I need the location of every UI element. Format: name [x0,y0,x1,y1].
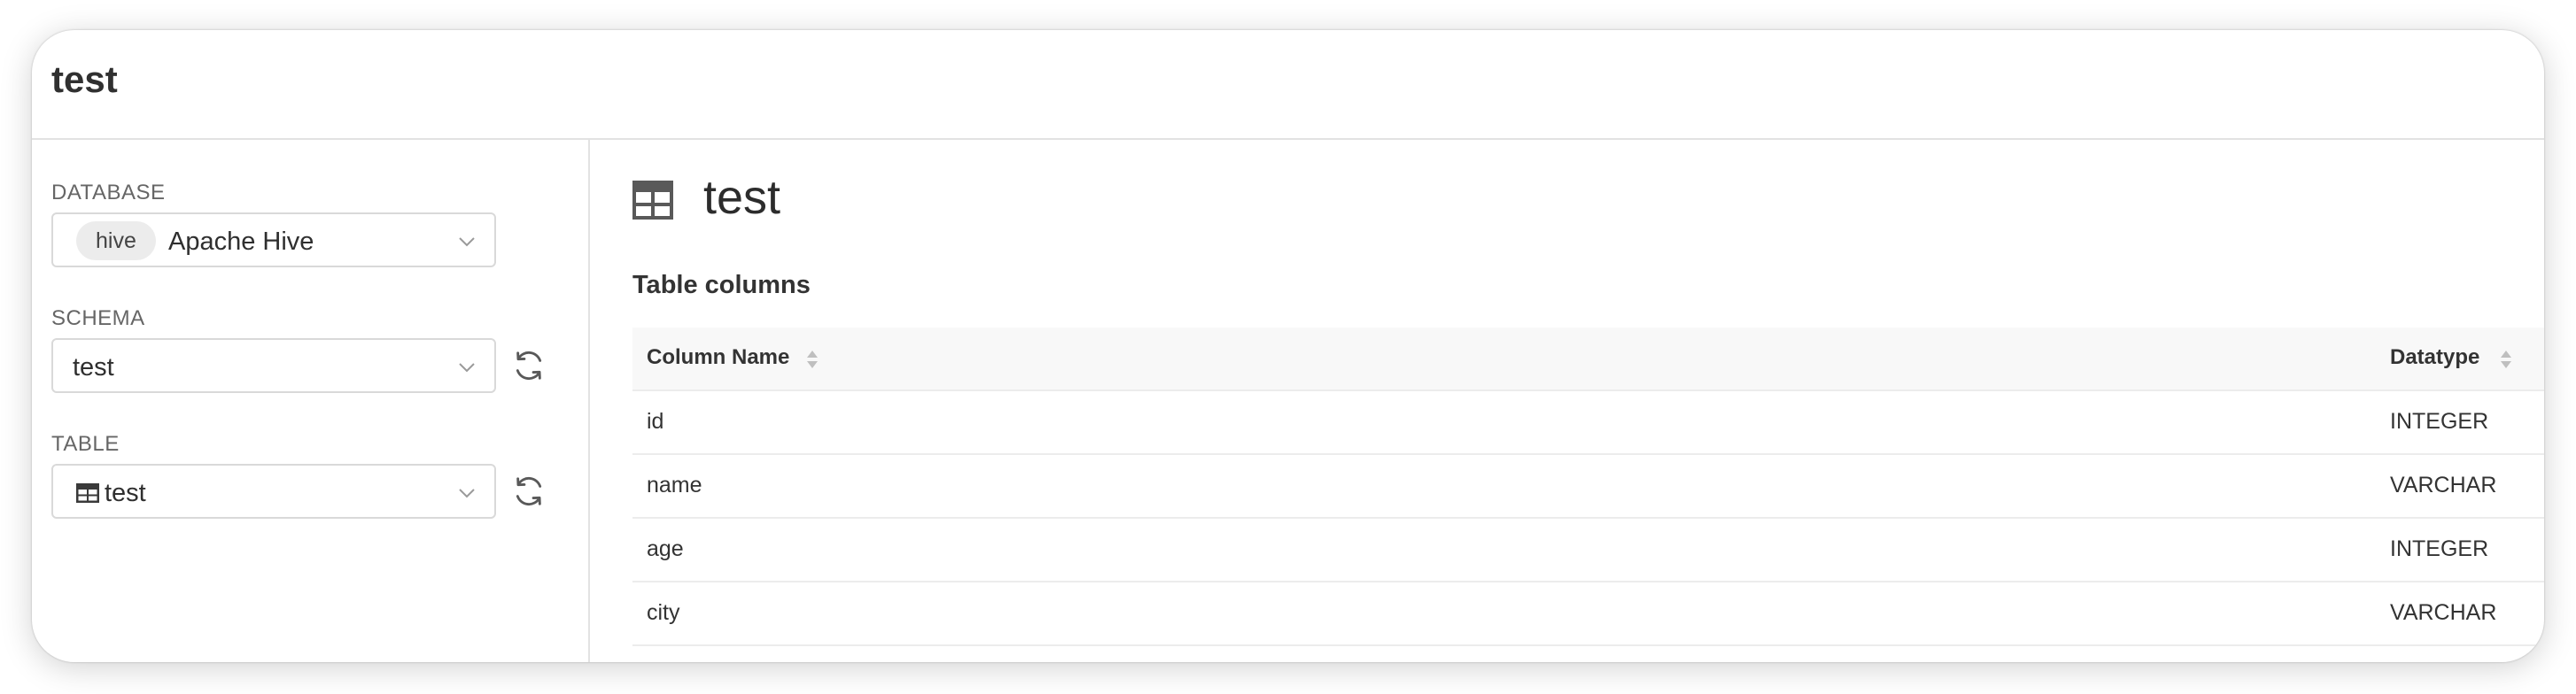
database-backend-badge: hive [76,221,156,260]
chevron-down-icon [459,237,475,247]
chevron-down-icon [459,489,475,498]
datatype-cell: INTEGER [2390,409,2489,434]
schema-refresh-icon[interactable] [512,349,546,382]
datatype-cell: VARCHAR [2390,600,2497,625]
datatype-header[interactable]: Datatype [2390,345,2479,370]
schema-select[interactable]: test [51,338,496,393]
database-label: DATABASE [51,181,166,204]
panel-header: test [32,30,2544,140]
table-row: name VARCHAR [632,455,2544,519]
column-name-cell: name [647,473,702,497]
database-value: Apache Hive [168,227,314,256]
table-icon [76,483,99,503]
table-row: age INTEGER [632,519,2544,582]
column-name-cell: id [647,409,664,434]
columns-table: Column Name Datatype id INTEGER name VAR… [632,328,2544,646]
table-select[interactable]: test [51,464,496,519]
section-title: Table columns [632,271,811,299]
table-detail: test Table columns Column Name Datatype … [590,140,2544,662]
sidebar: DATABASE hive Apache Hive SCHEMA test TA… [32,140,590,662]
table-row: city VARCHAR [632,582,2544,646]
datatype-cell: INTEGER [2390,536,2489,561]
table-icon [632,181,673,220]
sort-icon[interactable] [806,347,819,372]
schema-label: SCHEMA [51,306,145,330]
table-title: test [703,171,781,224]
table-value: test [105,479,146,507]
table-row: id INTEGER [632,391,2544,455]
sort-icon[interactable] [2500,347,2512,372]
chevron-down-icon [459,363,475,373]
schema-value: test [73,353,114,382]
datatype-cell: VARCHAR [2390,473,2497,497]
column-name-cell: city [647,600,680,625]
page-title: test [51,58,118,100]
column-name-header[interactable]: Column Name [647,345,789,370]
table-label: TABLE [51,432,120,456]
dataset-panel: test DATABASE hive Apache Hive SCHEMA te… [32,30,2544,662]
table-header-row: Column Name Datatype [632,328,2544,391]
table-refresh-icon[interactable] [512,474,546,508]
column-name-cell: age [647,536,684,561]
database-select[interactable]: hive Apache Hive [51,212,496,267]
